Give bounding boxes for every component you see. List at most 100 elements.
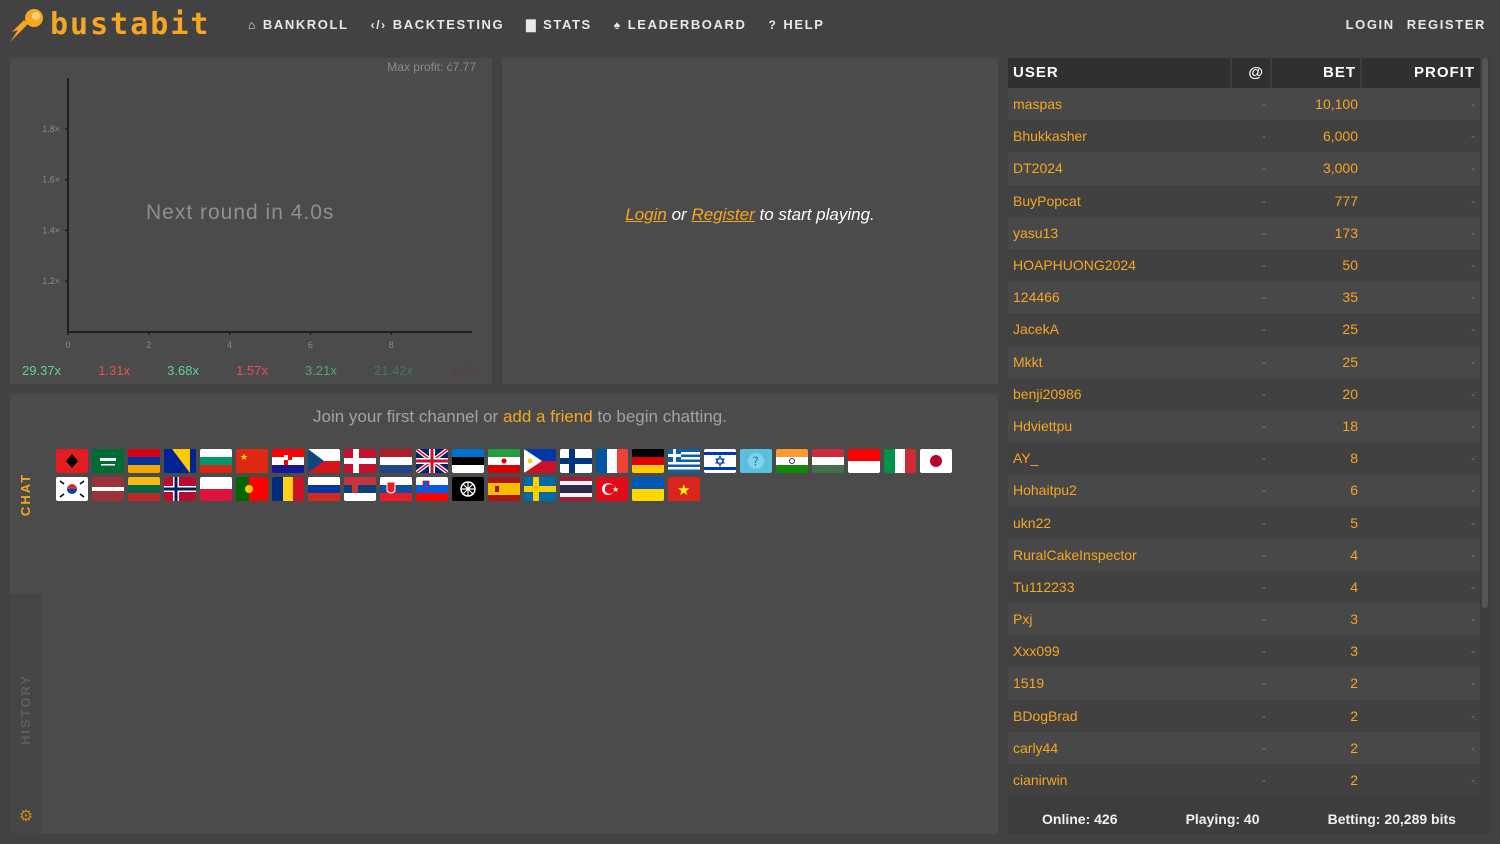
- flag-romania-icon[interactable]: [272, 477, 304, 501]
- flag-uk-icon[interactable]: [416, 449, 448, 473]
- flag-croatia-icon[interactable]: [272, 449, 304, 473]
- flag-netherlands-icon[interactable]: [380, 449, 412, 473]
- y-tick-label: 1.4×: [42, 225, 60, 235]
- flag-philippines-icon[interactable]: [524, 449, 556, 473]
- flag-bulgaria-icon[interactable]: [200, 449, 232, 473]
- header-profit[interactable]: PROFIT: [1362, 58, 1480, 88]
- player-name[interactable]: 1519: [1008, 675, 1232, 691]
- bust-value[interactable]: 21.42x: [374, 363, 413, 378]
- flag-ukraine-icon[interactable]: [632, 477, 664, 501]
- join-channel-message: Join your first channel or add a friend …: [42, 407, 998, 427]
- player-name[interactable]: AY_: [1008, 450, 1232, 466]
- player-name[interactable]: Xxx099: [1008, 643, 1232, 659]
- player-cashout-at: -: [1262, 97, 1266, 112]
- flag-armenia-icon[interactable]: [128, 449, 160, 473]
- player-name[interactable]: cianirwin: [1008, 772, 1232, 788]
- player-cashout-at: -: [1262, 676, 1266, 691]
- login-prompt-link[interactable]: Login: [625, 205, 667, 224]
- players-scrollbar[interactable]: [1482, 58, 1488, 608]
- flag-serbia-icon[interactable]: [344, 477, 376, 501]
- flag-israel-icon[interactable]: [704, 449, 736, 473]
- register-link[interactable]: REGISTER: [1407, 17, 1486, 32]
- flag-norway-icon[interactable]: [164, 477, 196, 501]
- flag-portugal-icon[interactable]: [236, 477, 268, 501]
- flag-indonesia-icon[interactable]: [848, 449, 880, 473]
- player-name[interactable]: carly44: [1008, 740, 1232, 756]
- bust-value[interactable]: 29.37x: [22, 363, 61, 378]
- header-user[interactable]: USER: [1008, 58, 1232, 88]
- nav-leaderboard[interactable]: ♠ LEADERBOARD: [614, 17, 747, 32]
- bust-value[interactable]: 1.0?x: [450, 363, 482, 378]
- player-name[interactable]: Mkkt: [1008, 354, 1232, 370]
- bust-value[interactable]: 3.21x: [305, 363, 337, 378]
- flag-south-korea-icon[interactable]: [56, 477, 88, 501]
- player-name[interactable]: Tu112233: [1008, 579, 1232, 595]
- flag-denmark-icon[interactable]: [344, 449, 376, 473]
- player-cashout-at: -: [1262, 579, 1266, 594]
- flag-unknown-icon[interactable]: ?: [740, 449, 772, 473]
- player-name[interactable]: Hdviettpu: [1008, 418, 1232, 434]
- add-friend-link[interactable]: add a friend: [503, 407, 593, 426]
- player-name[interactable]: HOAPHUONG2024: [1008, 257, 1232, 273]
- flag-india-icon[interactable]: [776, 449, 808, 473]
- flag-sweden-icon[interactable]: [524, 477, 556, 501]
- flag-vietnam-icon[interactable]: ★: [668, 477, 700, 501]
- flag-latvia-icon[interactable]: [92, 477, 124, 501]
- flag-greece-icon[interactable]: [668, 449, 700, 473]
- flag-iran-icon[interactable]: [488, 449, 520, 473]
- player-name[interactable]: Pxj: [1008, 611, 1232, 627]
- player-name[interactable]: Hohaitpu2: [1008, 482, 1232, 498]
- flag-saudi-arabia-icon[interactable]: [92, 449, 124, 473]
- nav-stats-label: STATS: [543, 17, 592, 32]
- header-at[interactable]: @: [1232, 58, 1272, 88]
- flag-hungary-icon[interactable]: [812, 449, 844, 473]
- player-profit: -: [1471, 451, 1475, 466]
- flag-germany-icon[interactable]: [632, 449, 664, 473]
- logo[interactable]: bustabit: [8, 4, 211, 44]
- flag-finland-icon[interactable]: [560, 449, 592, 473]
- flag-albania-icon[interactable]: [56, 449, 88, 473]
- player-name[interactable]: 124466: [1008, 289, 1232, 305]
- player-name[interactable]: RuralCakeInspector: [1008, 547, 1232, 563]
- bust-value[interactable]: 1.57x: [236, 363, 268, 378]
- flag-italy-icon[interactable]: [884, 449, 916, 473]
- flag-turkey-icon[interactable]: ★: [596, 477, 628, 501]
- flag-estonia-icon[interactable]: [452, 449, 484, 473]
- player-row: Pxj - 3 -: [1008, 603, 1480, 636]
- flag-japan-icon[interactable]: [920, 449, 952, 473]
- flag-thailand-icon[interactable]: [560, 477, 592, 501]
- bust-value[interactable]: 1.31x: [98, 363, 130, 378]
- player-name[interactable]: BuyPopcat: [1008, 193, 1232, 209]
- player-name[interactable]: Bhukkasher: [1008, 128, 1232, 144]
- flag-czech-icon[interactable]: [308, 449, 340, 473]
- flag-poland-icon[interactable]: [200, 477, 232, 501]
- nav-backtesting[interactable]: ‹/› BACKTESTING: [371, 17, 505, 32]
- login-link[interactable]: LOGIN: [1346, 17, 1395, 32]
- flag-bosnia-icon[interactable]: [164, 449, 196, 473]
- tab-history[interactable]: HISTORY: [10, 654, 42, 764]
- nav-bankroll[interactable]: ⌂ BANKROLL: [248, 17, 349, 32]
- flag-spain-icon[interactable]: [488, 477, 520, 501]
- player-name[interactable]: JacekA: [1008, 321, 1232, 337]
- player-bet: 25: [1342, 353, 1358, 370]
- flag-france-icon[interactable]: [596, 449, 628, 473]
- bust-value[interactable]: 3.68x: [167, 363, 199, 378]
- flag-slovakia-icon[interactable]: [380, 477, 412, 501]
- tab-chat[interactable]: CHAT: [10, 394, 42, 594]
- nav-stats[interactable]: ▇ STATS: [526, 17, 592, 32]
- gear-icon[interactable]: ⚙: [10, 798, 42, 834]
- nav-help[interactable]: ? HELP: [768, 17, 824, 32]
- flag-russia-icon[interactable]: [308, 477, 340, 501]
- player-name[interactable]: BDogBrad: [1008, 708, 1232, 724]
- player-name[interactable]: maspas: [1008, 96, 1232, 112]
- flag-china-icon[interactable]: ★: [236, 449, 268, 473]
- player-name[interactable]: benji20986: [1008, 386, 1232, 402]
- player-name[interactable]: ukn22: [1008, 515, 1232, 531]
- register-prompt-link[interactable]: Register: [691, 205, 754, 224]
- player-name[interactable]: DT2024: [1008, 160, 1232, 176]
- header-bet[interactable]: BET: [1272, 58, 1362, 88]
- flag-slovenia-icon[interactable]: [416, 477, 448, 501]
- flag-lithuania-icon[interactable]: [128, 477, 160, 501]
- player-name[interactable]: yasu13: [1008, 225, 1232, 241]
- flag-pirate-icon[interactable]: [452, 477, 484, 501]
